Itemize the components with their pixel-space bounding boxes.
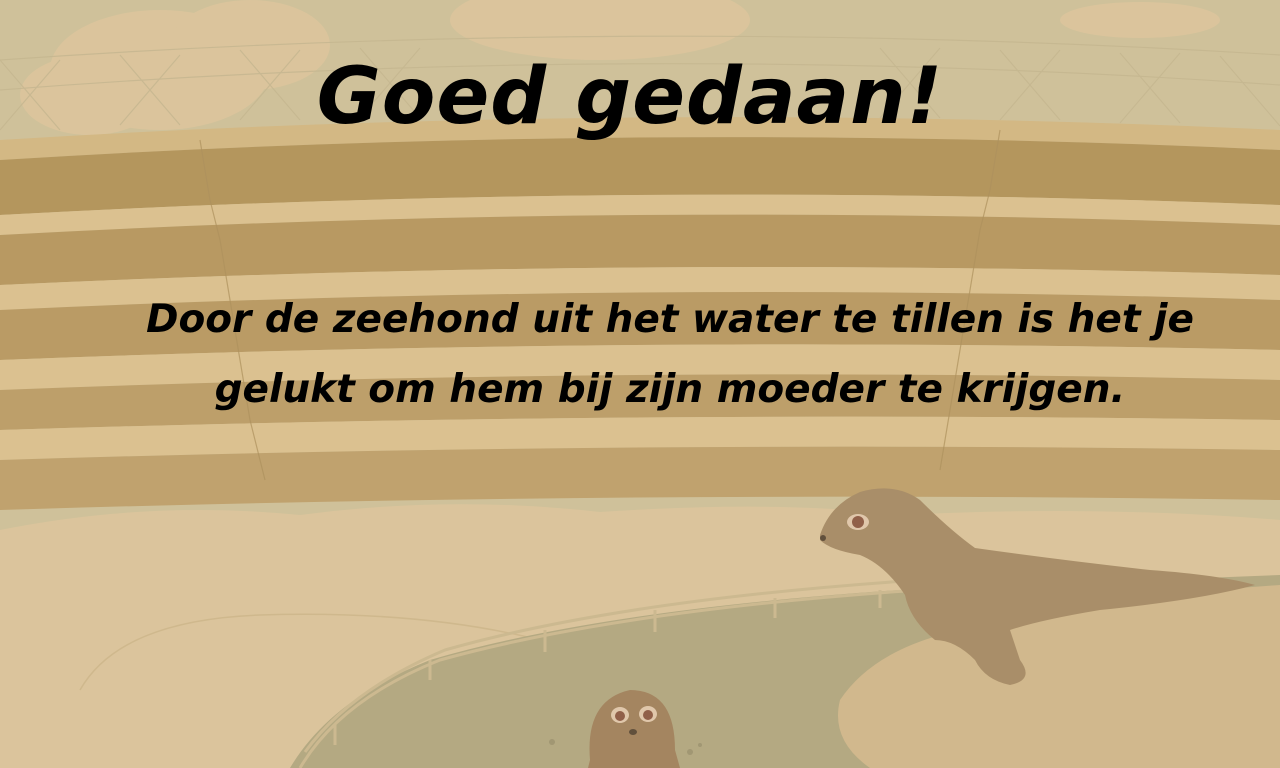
success-title: Goed gedaan! [316, 52, 944, 142]
game-scene: Goed gedaan! Door de zeehond uit het wat… [0, 0, 1280, 768]
success-message: Door de zeehond uit het water te tillen … [146, 297, 1194, 412]
